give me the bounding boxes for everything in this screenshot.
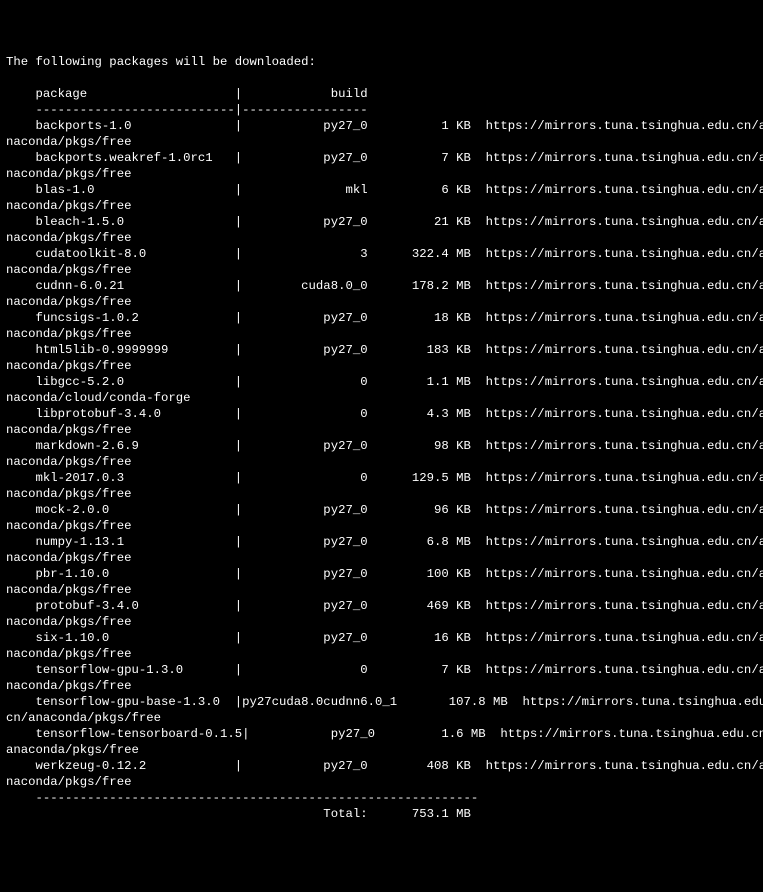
last-row: werkzeug-0.12.2 | py27_0 408 KB https://…: [6, 759, 763, 789]
column-header: package | build: [6, 87, 368, 101]
header-rule: ---------------------------|------------…: [6, 103, 368, 117]
header-line: The following packages will be downloade…: [6, 55, 316, 69]
bottom-rule: ----------------------------------------…: [6, 791, 478, 805]
wrapped-rows: tensorflow-gpu-base-1.3.0 |py27cuda8.0cu…: [6, 695, 763, 757]
total-line: Total: 753.1 MB: [6, 807, 471, 821]
terminal-output: The following packages will be downloade…: [6, 54, 757, 822]
package-rows: backports-1.0 | py27_0 1 KB https://mirr…: [6, 119, 763, 693]
